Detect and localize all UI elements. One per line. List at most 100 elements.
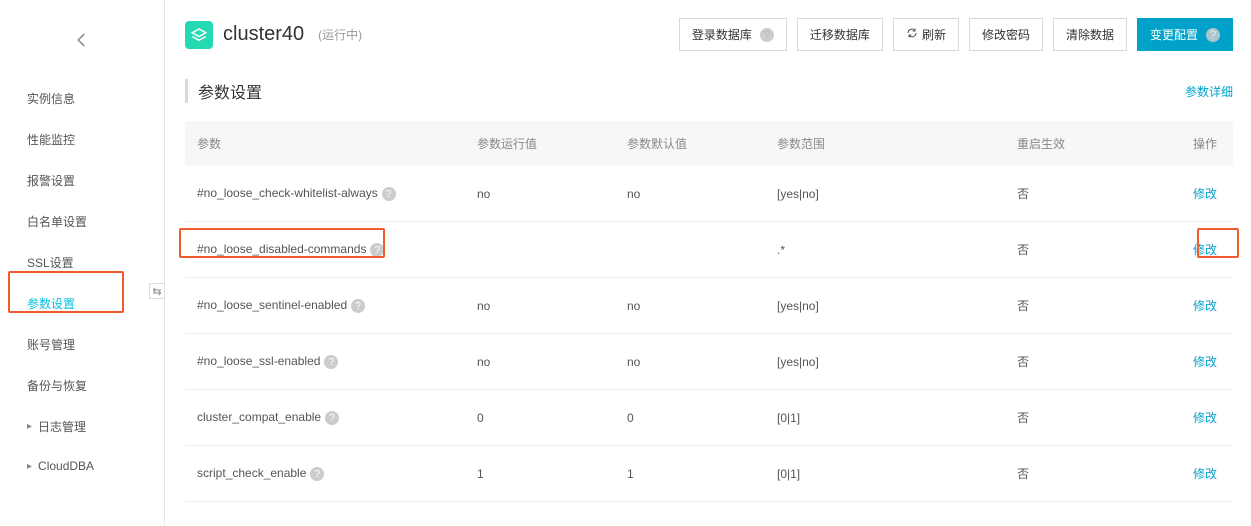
cell-range: [0|1] [765,446,1005,502]
modify-link[interactable]: 修改 [1193,187,1217,201]
table-row: #no_loose_check-whitelist-always?nono[ye… [185,166,1233,222]
cell-op: 修改 [1173,278,1233,334]
migrate-db-button[interactable]: 迁移数据库 [797,18,883,51]
sidebar-item-ssl-settings[interactable]: SSL设置 [0,242,164,283]
cell-param-name: #no_loose_disabled-commands? [185,222,465,278]
instance-title: cluster40 [223,23,304,46]
cell-default-value: 0 [615,390,765,446]
cell-restart: 否 [1005,222,1173,278]
sidebar-item-log-mgmt[interactable]: ▸日志管理 [0,406,164,447]
param-name: #no_loose_disabled-commands [197,242,366,256]
cell-restart: 否 [1005,334,1173,390]
btn-label: 清除数据 [1066,26,1114,43]
back-button[interactable] [0,20,164,78]
cell-param-name: script_check_enable? [185,446,465,502]
help-icon[interactable]: ? [324,355,338,369]
modify-link[interactable]: 修改 [1193,299,1217,313]
param-name: #no_loose_ssl-enabled [197,354,320,368]
sidebar-label: 报警设置 [27,172,75,189]
cell-param-name: #no_loose_sentinel-enabled? [185,278,465,334]
col-name: 参数 [185,121,465,166]
main-content: cluster40 (运行中) 登录数据库? 迁移数据库 刷新 修改密码 清除数… [165,0,1251,526]
cell-restart: 否 [1005,278,1173,334]
cell-param-name: #no_loose_ssl-enabled? [185,334,465,390]
col-default: 参数默认值 [615,121,765,166]
sidebar-label: 备份与恢复 [27,377,87,394]
cell-restart: 否 [1005,166,1173,222]
cell-run-value: no [465,334,615,390]
change-password-button[interactable]: 修改密码 [969,18,1043,51]
change-config-button[interactable]: 变更配置? [1137,18,1233,51]
sidebar-item-account-mgmt[interactable]: 账号管理 [0,324,164,365]
help-icon[interactable]: ? [382,187,396,201]
cell-op: 修改 [1173,222,1233,278]
caret-right-icon: ▸ [27,461,32,472]
sidebar-item-param-settings[interactable]: 参数设置 [0,283,164,324]
help-icon[interactable]: ? [310,467,324,481]
col-range: 参数范围 [765,121,1005,166]
cell-range: [0|1] [765,390,1005,446]
section-title: 参数设置 参数详细 [185,79,1233,103]
cell-run-value [465,222,615,278]
sidebar-collapse-toggle[interactable]: ⇆ [149,283,165,299]
sidebar-item-instance-info[interactable]: 实例信息 [0,78,164,119]
table-row: script_check_enable?11[0|1]否修改 [185,446,1233,502]
cell-run-value: no [465,278,615,334]
instance-state: (运行中) [318,26,362,43]
help-icon[interactable]: ? [325,411,339,425]
col-restart: 重启生效 [1005,121,1173,166]
instance-logo-icon [185,21,213,49]
cell-restart: 否 [1005,446,1173,502]
cell-default-value: no [615,166,765,222]
section-title-text: 参数设置 [198,79,262,103]
login-db-button[interactable]: 登录数据库? [679,18,787,51]
sidebar-label: SSL设置 [27,254,74,271]
col-op: 操作 [1173,121,1233,166]
sidebar-item-clouddba[interactable]: ▸CloudDBA [0,447,164,485]
table-row: #no_loose_sentinel-enabled?nono[yes|no]否… [185,278,1233,334]
clear-data-button[interactable]: 清除数据 [1053,18,1127,51]
param-name: #no_loose_sentinel-enabled [197,298,347,312]
help-icon[interactable]: ? [351,299,365,313]
sidebar: 实例信息 性能监控 报警设置 白名单设置 SSL设置 参数设置 账号管理 备份与… [0,0,165,526]
cell-range: [yes|no] [765,278,1005,334]
param-detail-link[interactable]: 参数详细 [1185,83,1233,100]
help-icon[interactable]: ? [760,28,774,42]
table-row: #no_loose_disabled-commands?.*否修改 [185,222,1233,278]
cell-range: [yes|no] [765,334,1005,390]
sidebar-item-whitelist[interactable]: 白名单设置 [0,201,164,242]
btn-label: 迁移数据库 [810,26,870,43]
sidebar-label: 账号管理 [27,336,75,353]
btn-label: 修改密码 [982,26,1030,43]
btn-label: 刷新 [922,26,946,43]
params-table: 参数 参数运行值 参数默认值 参数范围 重启生效 操作 #no_loose_ch… [185,121,1233,502]
table-row: cluster_compat_enable?00[0|1]否修改 [185,390,1233,446]
sidebar-item-backup-restore[interactable]: 备份与恢复 [0,365,164,406]
cell-run-value: 0 [465,390,615,446]
cell-op: 修改 [1173,334,1233,390]
param-name: script_check_enable [197,466,306,480]
cell-restart: 否 [1005,390,1173,446]
cell-param-name: #no_loose_check-whitelist-always? [185,166,465,222]
page-header: cluster40 (运行中) 登录数据库? 迁移数据库 刷新 修改密码 清除数… [185,18,1233,51]
modify-link[interactable]: 修改 [1193,355,1217,369]
help-icon[interactable]: ? [1206,28,1220,42]
cell-range: [yes|no] [765,166,1005,222]
help-icon[interactable]: ? [370,243,384,257]
modify-link[interactable]: 修改 [1193,243,1217,257]
refresh-button[interactable]: 刷新 [893,18,959,51]
sidebar-item-alarm-settings[interactable]: 报警设置 [0,160,164,201]
cell-param-name: cluster_compat_enable? [185,390,465,446]
sidebar-item-perf-monitor[interactable]: 性能监控 [0,119,164,160]
cell-default-value [615,222,765,278]
param-name: #no_loose_check-whitelist-always [197,186,378,200]
refresh-icon [906,27,918,42]
modify-link[interactable]: 修改 [1193,411,1217,425]
modify-link[interactable]: 修改 [1193,467,1217,481]
cell-op: 修改 [1173,390,1233,446]
sidebar-label: 参数设置 [27,295,75,312]
table-row: #no_loose_ssl-enabled?nono[yes|no]否修改 [185,334,1233,390]
param-name: cluster_compat_enable [197,410,321,424]
chevron-left-icon [73,31,91,49]
sidebar-label: 白名单设置 [27,213,87,230]
